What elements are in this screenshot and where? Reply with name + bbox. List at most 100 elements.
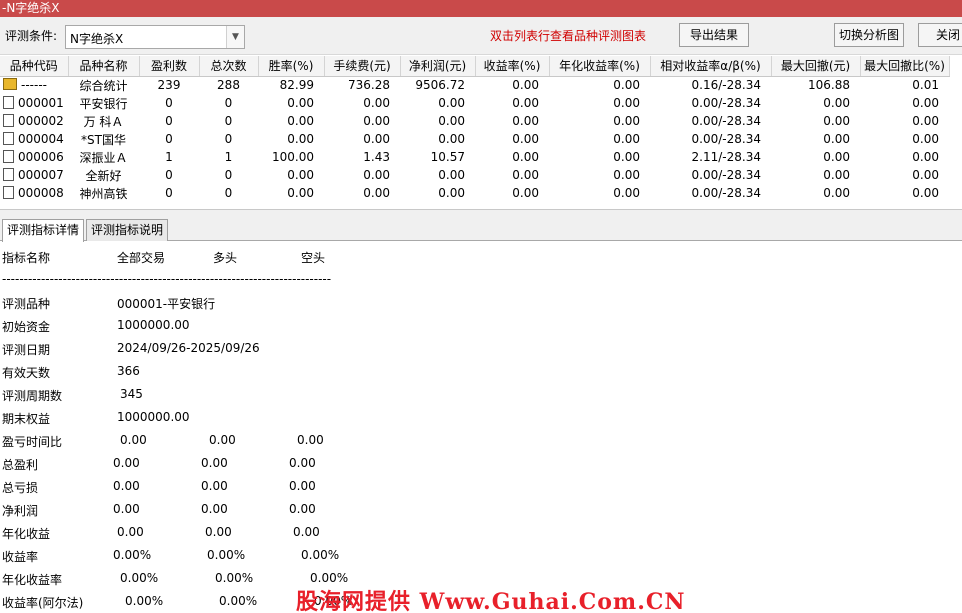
document-icon: [3, 186, 14, 199]
table-cell: 1: [224, 150, 233, 164]
code-text: 000008: [18, 186, 64, 200]
table-row[interactable]: 000004 *ST国华 0 0 0.00 0.00 0.00 0.00 0.00 0.00/-2…: [0, 130, 949, 148]
metric-label: 年化收益: [2, 527, 51, 541]
table-cell: 0.00: [287, 114, 314, 128]
chevron-down-icon[interactable]: ▼: [226, 26, 244, 48]
table-cell: 0.00: [823, 132, 850, 146]
table-cell: 0: [224, 96, 233, 110]
column-header[interactable]: 盈利数: [139, 56, 200, 77]
table-cell: [650, 202, 771, 206]
column-header[interactable]: 品种名称: [68, 56, 140, 77]
table-cell: 平安银行: [79, 96, 128, 111]
table-cell: [860, 202, 949, 206]
metric-all: 0.00: [113, 479, 140, 493]
table-cell: 0.00: [512, 96, 539, 110]
detail-panel: 指标名称 全部交易 多头 空头 ------------------------…: [0, 242, 962, 613]
tab-indicator-details[interactable]: 评测指标详情: [2, 219, 85, 242]
info-value: 000001-平安银行: [117, 297, 216, 311]
metric-label: 收益率: [2, 550, 39, 564]
metric-label: 总盈利: [2, 458, 39, 472]
table-cell: [549, 202, 650, 206]
table-cell: 0.00: [363, 186, 390, 200]
info-label: 期末权益: [2, 412, 51, 426]
metric-long: 0.00: [209, 433, 236, 447]
detail-tabs: 评测指标详情 评测指标说明: [0, 217, 962, 242]
code-text: 000004: [18, 132, 64, 146]
table-cell: 0: [165, 114, 173, 128]
metric-all: 0.00%: [113, 548, 152, 562]
table-cell: [400, 202, 475, 206]
table-cell: 0.00: [438, 186, 465, 200]
table-row[interactable]: 000007 全新好 0 0 0.00 0.00 0.00 0.00 0.00 0.00/-28.…: [0, 166, 949, 184]
table-row[interactable]: 000006 深振业Ａ 1 1 100.00 1.43 10.57 0.00 0.00 2.11/…: [0, 148, 949, 166]
table-cell: 0.00: [287, 96, 314, 110]
code-text: 000007: [18, 168, 64, 182]
column-header[interactable]: 最大回撤(元): [771, 56, 861, 77]
table-cell: 10.57: [430, 150, 465, 164]
table-cell: 0.00: [613, 186, 640, 200]
metric-long: 0.00: [201, 502, 228, 516]
condition-select[interactable]: N字绝杀X ▼: [65, 25, 245, 49]
code-text: ------: [21, 78, 47, 93]
watermark-text: 股海网提供 Www.Guhai.Com.CN: [296, 589, 686, 613]
table-cell: *ST国华: [81, 132, 126, 147]
table-cell: 0.00: [438, 168, 465, 182]
tab-indicator-description[interactable]: 评测指标说明: [86, 219, 169, 241]
separator-line: ----------------------------------------…: [2, 272, 332, 286]
table-cell: 0: [224, 186, 233, 200]
column-header[interactable]: 品种代码: [0, 56, 69, 77]
metric-long: 0.00: [201, 479, 228, 493]
table-cell: 0.00: [613, 168, 640, 182]
info-label: 有效天数: [2, 366, 51, 380]
metric-long: 0.00: [205, 525, 232, 539]
metric-label: 净利润: [2, 504, 39, 518]
column-header[interactable]: 净利润(元): [400, 56, 476, 77]
table-cell: 736.28: [348, 78, 390, 93]
code-text: 000001: [18, 96, 64, 110]
metric-all: 0.00: [113, 456, 140, 470]
table-cell: 82.99: [279, 78, 314, 93]
column-header[interactable]: 胜率(%): [258, 56, 325, 77]
table-cell: 0.00: [512, 114, 539, 128]
table-cell: [258, 202, 324, 206]
column-header[interactable]: 年化收益率(%): [549, 56, 651, 77]
table-cell: 0: [165, 96, 173, 110]
table-cell: 万 科Ａ: [83, 114, 124, 129]
table-cell: 0: [165, 168, 173, 182]
table-row[interactable]: 000008 神州高铁 0 0 0.00 0.00 0.00 0.00 0.00 0.00/-28…: [0, 184, 949, 202]
switch-chart-button[interactable]: 切换分析图: [834, 23, 904, 47]
header-short: 空头: [301, 251, 326, 265]
table-cell: 0.00: [912, 186, 939, 200]
table-cell: 288: [217, 78, 240, 93]
metric-long: 0.00%: [215, 571, 254, 585]
table-cell: 0.00: [912, 132, 939, 146]
column-header[interactable]: 总次数: [199, 56, 259, 77]
table-row-partial[interactable]: [0, 202, 949, 206]
table-row[interactable]: 000001 平安银行 0 0 0.00 0.00 0.00 0.00 0.00 0.00/-28…: [0, 94, 949, 112]
folder-icon: [3, 78, 17, 91]
table-cell: 0.00/-28.34: [691, 132, 761, 146]
metric-all: 0.00%: [120, 571, 159, 585]
table-cell: 0: [165, 186, 173, 200]
table-cell: 0.00: [912, 150, 939, 164]
table-cell: 0: [224, 114, 233, 128]
table-cell: 0.00: [438, 132, 465, 146]
close-button[interactable]: 关闭: [918, 23, 962, 47]
table-row[interactable]: ------ 综合统计 239 288 82.99 736.28 9506.72 0.00 0.…: [0, 76, 949, 94]
metric-all: 0.00: [117, 525, 144, 539]
code-cell: 000002: [0, 112, 68, 130]
table-cell: 0.00: [363, 114, 390, 128]
export-results-button[interactable]: 导出结果: [679, 23, 749, 47]
results-table[interactable]: 品种代码 品种名称 盈利数 总次数 胜率(%) 手续费(元) 净利润(元) 收益…: [0, 56, 962, 209]
header-indicator-name: 指标名称: [2, 251, 51, 265]
column-header[interactable]: 最大回撤比(%): [860, 56, 950, 77]
toolbar: 评测条件: N字绝杀X ▼ 双击列表行查看品种评测图表 导出结果 切换分析图 关…: [0, 17, 962, 55]
column-header[interactable]: 相对收益率α/β(%): [650, 56, 772, 77]
table-cell: 0.00: [363, 168, 390, 182]
column-header[interactable]: 收益率(%): [475, 56, 550, 77]
code-cell: ------: [0, 76, 68, 94]
pane-splitter[interactable]: [0, 209, 962, 217]
metric-all: 0.00%: [125, 594, 164, 608]
table-row[interactable]: 000002 万 科Ａ 0 0 0.00 0.00 0.00 0.00 0.00 0.00/-28…: [0, 112, 949, 130]
column-header[interactable]: 手续费(元): [324, 56, 401, 77]
